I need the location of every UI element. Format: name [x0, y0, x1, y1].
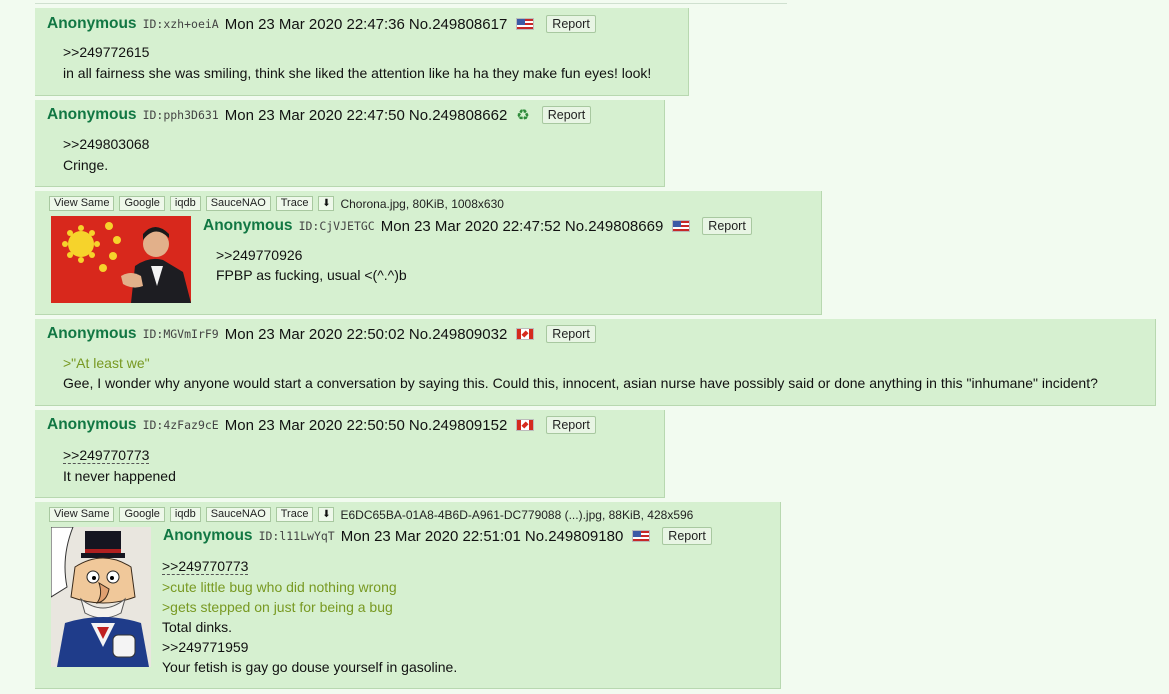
- report-button[interactable]: Report: [702, 217, 752, 235]
- poster-id[interactable]: ID:pph3D631: [143, 108, 219, 122]
- report-button[interactable]: Report: [546, 325, 596, 343]
- quote-link[interactable]: >>249803068: [63, 134, 149, 154]
- recycle-icon: ♻: [516, 107, 530, 124]
- reply-post: Anonymous ID:MGVmIrF9 Mon 23 Mar 2020 22…: [35, 319, 1156, 406]
- post-datetime: Mon 23 Mar 2020 22:47:52: [380, 217, 561, 235]
- poster-id[interactable]: ID:l11LwYqT: [259, 529, 335, 543]
- quote-link-text[interactable]: >>249770773: [162, 558, 249, 575]
- canada-flag-icon: [516, 419, 535, 431]
- greentext-line: >"At least we": [63, 355, 150, 371]
- thumbnail-art: [51, 527, 151, 667]
- post-header: Anonymous ID:MGVmIrF9 Mon 23 Mar 2020 22…: [47, 324, 596, 344]
- quote-link[interactable]: >>249772615: [63, 42, 149, 62]
- report-button[interactable]: Report: [541, 106, 592, 124]
- post-number-link[interactable]: No.249809032: [409, 326, 507, 343]
- post-thumbnail-image[interactable]: [51, 216, 191, 303]
- file-info-link[interactable]: Chorona.jpg, 80KiB, 1008x630: [340, 197, 503, 211]
- post-header: Anonymous ID:xzh+oeiA Mon 23 Mar 2020 22…: [47, 14, 596, 34]
- iqdb-button[interactable]: iqdb: [169, 507, 201, 522]
- quote-link[interactable]: >>249770773: [162, 556, 249, 576]
- download-icon[interactable]: ⬇: [318, 507, 335, 522]
- post-text: Gee, I wonder why anyone would start a c…: [63, 375, 1098, 391]
- us-flag-icon: [632, 530, 651, 542]
- post-datetime: Mon 23 Mar 2020 22:47:36: [224, 15, 405, 33]
- poster-name: Anonymous: [47, 106, 137, 123]
- canada-flag-icon: [516, 328, 535, 340]
- post-number-link[interactable]: No.249808669: [565, 218, 663, 235]
- image-toolbar: View Same Google iqdb SauceNAO Trace ⬇ C…: [49, 196, 504, 211]
- trace-button[interactable]: Trace: [275, 507, 314, 522]
- poster-name: Anonymous: [203, 217, 293, 234]
- post-datetime: Mon 23 Mar 2020 22:50:02: [224, 325, 405, 343]
- post-number-link[interactable]: No.249809180: [525, 528, 623, 545]
- post-header: Anonymous ID:4zFaz9cE Mon 23 Mar 2020 22…: [47, 415, 596, 435]
- post-datetime: Mon 23 Mar 2020 22:47:50: [224, 106, 405, 124]
- quote-link[interactable]: >>249771959: [162, 637, 248, 657]
- reply-post: View Same Google iqdb SauceNAO Trace ⬇ C…: [35, 191, 822, 315]
- quote-link[interactable]: >>249770926: [216, 245, 302, 265]
- post-number-link[interactable]: No.249808662: [409, 107, 507, 124]
- reply-post: Anonymous ID:4zFaz9cE Mon 23 Mar 2020 22…: [35, 410, 665, 498]
- view-same-button[interactable]: View Same: [49, 507, 115, 522]
- us-flag-icon: [516, 18, 535, 30]
- file-info-link[interactable]: E6DC65BA-01A8-4B6D-A961-DC779088 (...).j…: [340, 508, 693, 522]
- post-text: FPBP as fucking, usual <(^.^)b: [216, 267, 407, 283]
- post-datetime: Mon 23 Mar 2020 22:50:50: [224, 416, 405, 434]
- post-text: Your fetish is gay go douse yourself in …: [162, 659, 458, 675]
- poster-name: Anonymous: [163, 527, 253, 544]
- post-text: Cringe.: [63, 157, 109, 173]
- poster-name: Anonymous: [47, 325, 137, 342]
- reply-post: View Same Google iqdb SauceNAO Trace ⬇ E…: [35, 502, 781, 689]
- reply-post: Anonymous ID:xzh+oeiA Mon 23 Mar 2020 22…: [35, 8, 689, 96]
- poster-name: Anonymous: [47, 15, 137, 32]
- greentext-line: >gets stepped on just for being a bug: [162, 599, 393, 615]
- download-icon[interactable]: ⬇: [318, 196, 335, 211]
- poster-name: Anonymous: [47, 416, 137, 433]
- quote-link[interactable]: >>249770773: [63, 445, 150, 465]
- post-header: Anonymous ID:l11LwYqT Mon 23 Mar 2020 22…: [163, 526, 712, 546]
- image-toolbar: View Same Google iqdb SauceNAO Trace ⬇ E…: [49, 507, 693, 522]
- post-text: Total dinks.: [162, 619, 233, 635]
- view-same-button[interactable]: View Same: [49, 196, 115, 211]
- post-header: Anonymous ID:CjVJETGC Mon 23 Mar 2020 22…: [203, 216, 752, 236]
- poster-id[interactable]: ID:CjVJETGC: [299, 219, 375, 233]
- saucenao-button[interactable]: SauceNAO: [205, 196, 271, 211]
- post-header: Anonymous ID:pph3D631 Mon 23 Mar 2020 22…: [47, 105, 592, 125]
- post-text: It never happened: [63, 468, 176, 484]
- quote-link-text[interactable]: >>249770773: [63, 447, 150, 464]
- post-number-link[interactable]: No.249809152: [409, 417, 507, 434]
- greentext-line: >cute little bug who did nothing wrong: [162, 579, 397, 595]
- poster-id[interactable]: ID:MGVmIrF9: [143, 327, 219, 341]
- top-divider: [35, 3, 787, 4]
- poster-id[interactable]: ID:4zFaz9cE: [143, 418, 219, 432]
- us-flag-icon: [672, 220, 691, 232]
- trace-button[interactable]: Trace: [275, 196, 314, 211]
- post-thumbnail-image[interactable]: [51, 527, 151, 667]
- reply-post: Anonymous ID:pph3D631 Mon 23 Mar 2020 22…: [35, 100, 665, 187]
- thumbnail-art: [51, 216, 191, 303]
- iqdb-button[interactable]: iqdb: [169, 196, 201, 211]
- report-button[interactable]: Report: [546, 416, 596, 434]
- post-datetime: Mon 23 Mar 2020 22:51:01: [340, 527, 521, 545]
- saucenao-button[interactable]: SauceNAO: [205, 507, 271, 522]
- post-text: in all fairness she was smiling, think s…: [63, 65, 652, 81]
- google-button[interactable]: Google: [119, 196, 165, 211]
- google-button[interactable]: Google: [119, 507, 165, 522]
- poster-id[interactable]: ID:xzh+oeiA: [143, 17, 219, 31]
- report-button[interactable]: Report: [546, 15, 596, 33]
- post-number-link[interactable]: No.249808617: [409, 16, 507, 33]
- report-button[interactable]: Report: [662, 527, 712, 545]
